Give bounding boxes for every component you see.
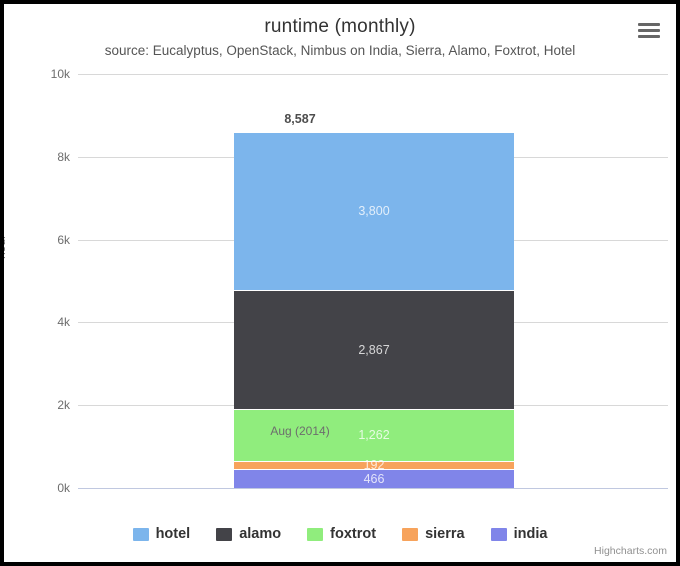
bar-segment-value-label: 3,800: [358, 204, 390, 219]
y-axis-tick-label: 2k: [57, 398, 70, 413]
gridline: [78, 488, 668, 489]
legend-swatch-alamo: [216, 527, 233, 541]
legend-item-foxtrot[interactable]: foxtrot: [307, 526, 376, 542]
bar-segment-sierra[interactable]: 192: [234, 458, 514, 472]
legend-item-hotel[interactable]: hotel: [132, 526, 191, 542]
legend-swatch-foxtrot: [307, 527, 324, 541]
credits-link[interactable]: Highcharts.com: [594, 545, 667, 557]
hamburger-bar: [638, 35, 660, 38]
hamburger-menu-icon[interactable]: [638, 21, 662, 41]
legend-item-india[interactable]: india: [490, 526, 548, 542]
legend-label: sierra: [425, 526, 465, 542]
legend-label: india: [513, 526, 548, 542]
y-axis-tick-label: 6k: [57, 232, 70, 247]
hamburger-bar: [638, 29, 660, 32]
legend-label: alamo: [239, 526, 282, 542]
bar-segment-value-label: 2,867: [358, 342, 390, 357]
legend-item-sierra[interactable]: sierra: [402, 526, 465, 542]
stack-total-label: 8,587: [284, 112, 316, 127]
bar-segment-value-label: 466: [363, 471, 385, 486]
legend-label: hotel: [155, 526, 191, 542]
bar-segment-hotel[interactable]: 3,800: [234, 132, 514, 290]
hamburger-bar: [638, 23, 660, 26]
bar-segment-india[interactable]: 466: [234, 468, 514, 488]
chart-title: runtime (monthly): [264, 16, 416, 37]
legend-swatch-sierra: [402, 527, 419, 541]
chart-container: runtime (monthly) source: Eucalyptus, Op…: [4, 4, 676, 562]
bar-segment-alamo[interactable]: 2,867: [234, 289, 514, 409]
y-axis-tick-label: 10k: [50, 67, 70, 81]
chart-subtitle: source: Eucalyptus, OpenStack, Nimbus on…: [104, 43, 576, 58]
gridline: [78, 74, 668, 75]
y-axis-tick-labels: 0k 2k 4k 6k 8k 10k: [4, 67, 70, 495]
y-axis-tick-label: 0k: [57, 481, 70, 495]
y-axis-tick-label: 4k: [57, 315, 70, 330]
legend-label: foxtrot: [330, 526, 377, 542]
legend-swatch-india: [490, 527, 507, 541]
legend-item-alamo[interactable]: alamo: [216, 526, 281, 542]
chart-legend: hotel alamo foxtrot sierra india: [4, 526, 676, 542]
y-axis-title: hour: [4, 234, 8, 259]
x-axis-category-label: Aug (2014): [270, 424, 330, 438]
y-axis-tick-label: 8k: [57, 149, 70, 164]
legend-swatch-hotel: [132, 527, 149, 541]
